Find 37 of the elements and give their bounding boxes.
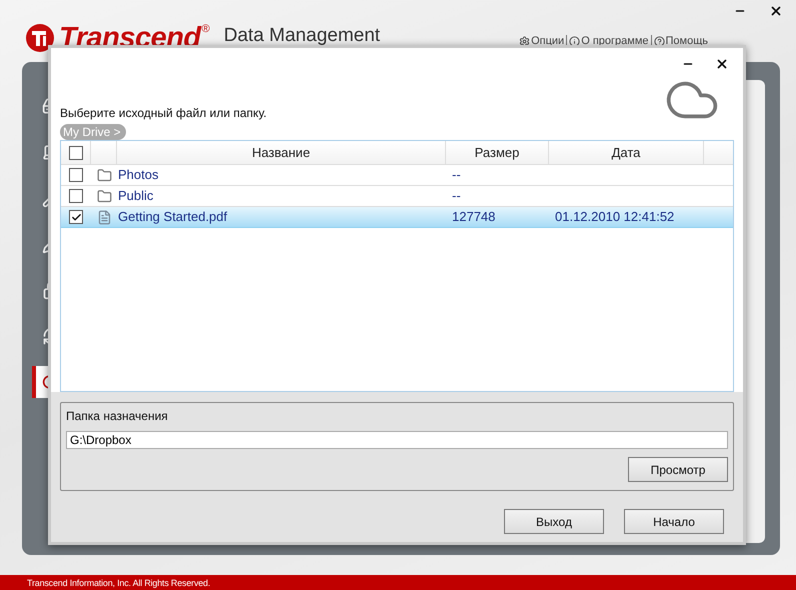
info-icon	[569, 36, 580, 46]
logo-icon	[25, 23, 55, 53]
file-name: Getting Started.pdf	[117, 209, 228, 224]
registered-mark: ®	[202, 22, 210, 35]
column-header[interactable]: Дата	[549, 141, 704, 164]
file-size: --	[451, 188, 461, 203]
column-header[interactable]: Название	[117, 141, 446, 164]
close-icon	[715, 57, 729, 71]
table-row[interactable]: Public --	[61, 186, 733, 207]
browse-button[interactable]: Просмотр	[628, 457, 728, 482]
file-name: Photos	[117, 167, 158, 182]
checkmark-icon	[70, 212, 82, 222]
document-icon	[96, 210, 112, 224]
table-row[interactable]: Getting Started.pdf 127748 01.12.2010 12:41:52	[61, 207, 733, 228]
file-size: --	[451, 167, 461, 182]
close-icon	[769, 4, 783, 18]
path-field[interactable]: G:\Dropbox	[66, 431, 728, 449]
app-subtitle: Data Management	[224, 25, 380, 47]
file-size: 127748	[451, 209, 496, 224]
prompt-text: Выберите исходный файл или папку.	[60, 106, 267, 120]
copyright-text: Transcend Information, Inc. All Rights Reserved.	[27, 578, 210, 588]
folder-icon	[96, 168, 112, 182]
help-icon	[654, 36, 664, 46]
column-header[interactable]: Размер	[446, 141, 549, 164]
dialog-button[interactable]: Начало	[624, 509, 724, 534]
settings-icon	[519, 36, 530, 46]
folder-icon	[96, 188, 112, 204]
file-name: Public	[117, 188, 154, 203]
menu-link[interactable]: Опции	[517, 35, 566, 47]
checkbox[interactable]	[68, 146, 82, 160]
checkbox[interactable]	[69, 189, 83, 203]
table-row[interactable]: Photos --	[61, 165, 733, 186]
file-date: 01.12.2010 12:41:52	[554, 209, 674, 224]
group-label: Папка назначения	[66, 409, 169, 423]
dialog-button[interactable]: Выход	[504, 509, 604, 534]
checkbox[interactable]	[69, 168, 83, 182]
checkbox[interactable]	[69, 210, 83, 224]
